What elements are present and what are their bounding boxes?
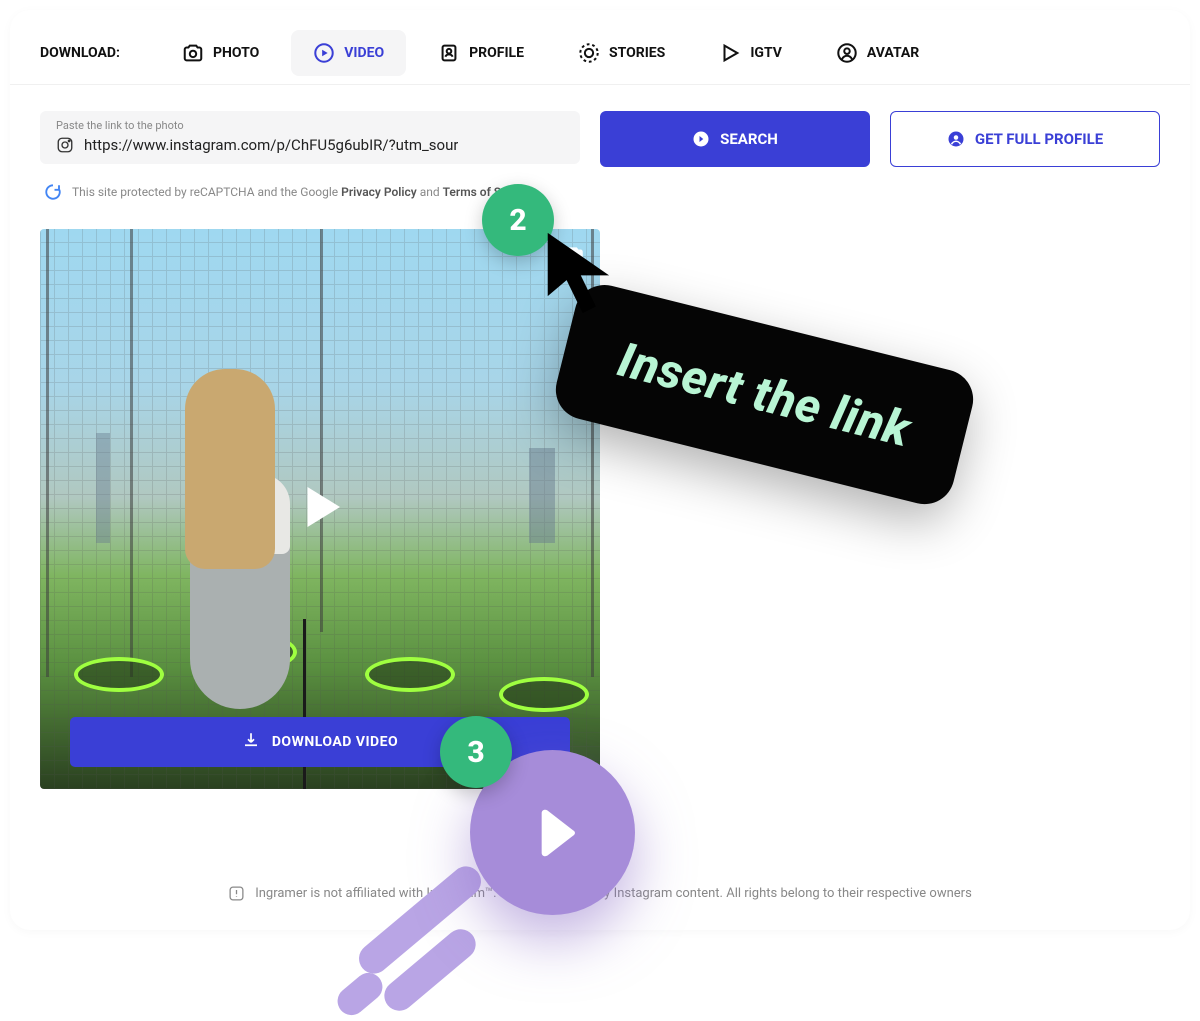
- button-label: DOWNLOAD VIDEO: [272, 734, 398, 750]
- user-circle-icon: [947, 130, 965, 148]
- arrow-circle-icon: [692, 130, 710, 148]
- tab-igtv[interactable]: IGTV: [697, 30, 804, 76]
- get-profile-button[interactable]: GET FULL PROFILE: [890, 111, 1160, 167]
- tab-label: PHOTO: [213, 45, 259, 61]
- play-overlay-icon[interactable]: [290, 477, 350, 541]
- nav-label: DOWNLOAD:: [40, 45, 120, 61]
- camera-icon: [182, 42, 204, 64]
- recaptcha-icon: [44, 183, 62, 201]
- button-label: SEARCH: [720, 130, 778, 148]
- privacy-link[interactable]: Privacy Policy: [341, 185, 417, 199]
- nav-tabs: DOWNLOAD: PHOTO VIDEO PROFILE STORIES: [10, 10, 1190, 85]
- disclaimer-text: Ingramer is not affiliated with Instagra…: [255, 886, 972, 901]
- url-input[interactable]: Paste the link to the photo https://www.…: [40, 111, 580, 164]
- tab-stories[interactable]: STORIES: [556, 30, 687, 76]
- search-section: Paste the link to the photo https://www.…: [10, 85, 1190, 177]
- tab-label: STORIES: [609, 45, 665, 61]
- input-placeholder: Paste the link to the photo: [56, 119, 564, 132]
- recaptcha-notice: This site protected by reCAPTCHA and the…: [10, 177, 1190, 209]
- tab-avatar[interactable]: AVATAR: [814, 30, 941, 76]
- video-thumbnail[interactable]: DOWNLOAD VIDEO: [40, 229, 600, 789]
- input-value: https://www.instagram.com/p/ChFU5g6ubIR/…: [84, 136, 458, 154]
- tab-video[interactable]: VIDEO: [291, 30, 406, 76]
- play-triangle-icon: [719, 42, 741, 64]
- tab-profile[interactable]: PROFILE: [416, 30, 546, 76]
- avatar-icon: [836, 42, 858, 64]
- button-label: GET FULL PROFILE: [975, 130, 1103, 148]
- instagram-icon: [56, 136, 74, 154]
- tab-label: AVATAR: [867, 45, 919, 61]
- stories-icon: [578, 42, 600, 64]
- download-icon: [242, 731, 260, 753]
- cursor-icon: [543, 228, 628, 322]
- tab-label: VIDEO: [344, 45, 384, 61]
- play-circle-icon: [313, 42, 335, 64]
- search-button[interactable]: SEARCH: [600, 111, 870, 167]
- tab-photo[interactable]: PHOTO: [160, 30, 281, 76]
- profile-icon: [438, 42, 460, 64]
- step-badge-3: 3: [440, 716, 512, 788]
- tab-label: PROFILE: [469, 45, 524, 61]
- tab-label: IGTV: [750, 45, 782, 61]
- recaptcha-text: This site protected by reCAPTCHA and the…: [72, 185, 534, 199]
- alert-icon: [228, 885, 245, 902]
